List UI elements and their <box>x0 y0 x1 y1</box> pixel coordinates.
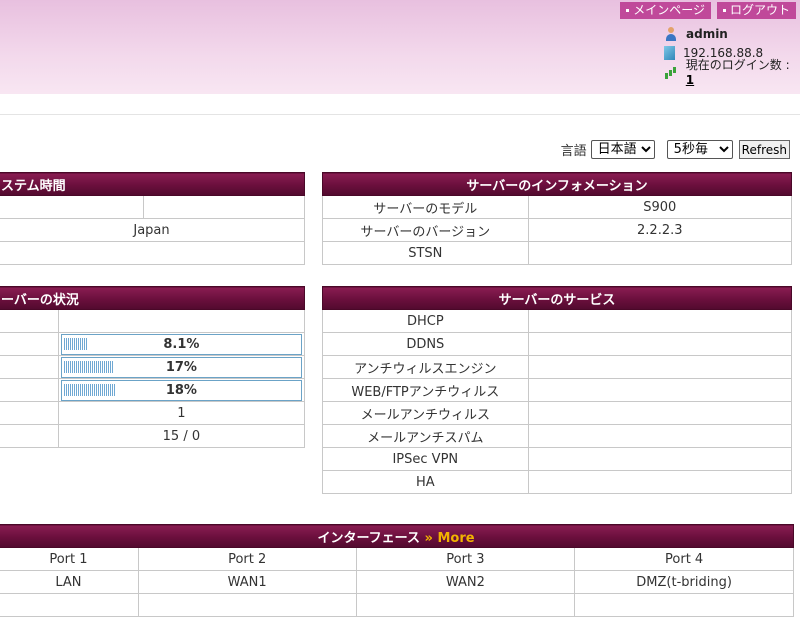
main-page-link[interactable]: メインページ <box>620 2 711 19</box>
main-page-link-label: メインページ <box>633 3 705 17</box>
server-status-panel: ーバーの状況 8.1% 17% 18% 1 15 / 0 <box>0 286 306 448</box>
logout-link[interactable]: ログアウト <box>716 2 796 19</box>
table-row: DHCP <box>322 309 793 333</box>
logout-link-label: ログアウト <box>729 3 790 17</box>
server-services-panel: サーバーのサービス DHCP DDNS アンチウィルスエンジン WEB/FTPア… <box>322 286 793 494</box>
top-links: メインページ ログアウト <box>620 2 796 19</box>
usage-bar-label: 18% <box>165 382 197 398</box>
status-value: 1 <box>57 401 306 425</box>
login-count-link[interactable]: 1 <box>686 73 694 87</box>
system-time-title: ステム時間 <box>0 172 305 196</box>
refresh-button[interactable]: Refresh <box>738 140 790 159</box>
table-row: メールアンチスパム <box>322 424 793 448</box>
interface-panel: インターフェース » More Port 1 Port 2 Port 3 Por… <box>0 524 794 617</box>
table-row: DDNS <box>322 332 793 356</box>
login-count-label: 現在のログイン数 : 1 <box>685 58 790 87</box>
computer-icon <box>664 45 675 60</box>
system-time-panel: ステム時間 Japan <box>0 172 306 265</box>
language-label: 言語 <box>560 144 587 159</box>
table-row: サーバーのモデル S900 <box>322 195 793 219</box>
table-row: LAN WAN1 WAN2 DMZ(t-briding) <box>0 570 794 594</box>
server-services-title: サーバーのサービス <box>322 286 792 310</box>
bullet-icon <box>722 9 726 12</box>
bullet-icon <box>626 9 630 12</box>
page-controls: 言語 日本語 5秒毎 Refresh <box>561 140 790 159</box>
usage-bar: 8.1% <box>60 333 302 355</box>
user-icon <box>664 26 678 41</box>
language-select[interactable]: 日本語 <box>590 140 655 159</box>
header-banner: メインページ ログアウト admin 192.168.88.8 現在のログイン数… <box>0 0 800 94</box>
usage-bar-label: 17% <box>165 359 197 375</box>
bar-chart-icon <box>664 65 678 79</box>
server-status-title: ーバーの状況 <box>0 286 305 310</box>
table-row: メールアンチウィルス <box>322 401 793 425</box>
server-info-title: サーバーのインフォメーション <box>322 172 792 196</box>
timezone-value: Japan <box>0 218 305 242</box>
table-row: STSN <box>322 241 793 265</box>
table-row: WEB/FTPアンチウィルス <box>322 378 793 402</box>
table-row: Port 1 Port 2 Port 3 Port 4 <box>0 547 794 571</box>
usage-bar-label: 8.1% <box>163 336 200 352</box>
table-row: サーバーのバージョン 2.2.2.3 <box>322 218 793 242</box>
table-row: HA <box>322 470 793 494</box>
user-info: admin 192.168.88.8 現在のログイン数 : 1 <box>664 24 800 87</box>
usage-bar: 18% <box>60 379 302 401</box>
status-value: 15 / 0 <box>57 424 306 448</box>
divider <box>0 114 800 115</box>
usage-bar: 17% <box>60 356 302 378</box>
user-name: admin <box>686 26 728 41</box>
interface-more-link[interactable]: » More <box>420 531 475 546</box>
refresh-interval-select[interactable]: 5秒毎 <box>666 140 733 159</box>
interface-title: インターフェース » More <box>0 524 794 548</box>
table-row: IPSec VPN <box>322 447 793 471</box>
table-row: アンチウィルスエンジン <box>322 355 793 379</box>
server-info-panel: サーバーのインフォメーション サーバーのモデル S900 サーバーのバージョン … <box>322 172 793 265</box>
